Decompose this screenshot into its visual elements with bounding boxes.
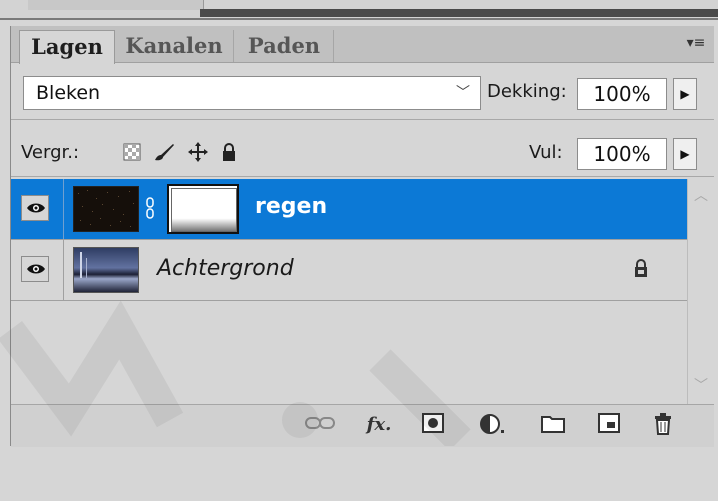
layer-mask-thumbnail[interactable] <box>167 184 239 234</box>
add-mask-icon[interactable] <box>419 413 447 437</box>
layer-name-regen[interactable]: regen <box>255 194 327 219</box>
lock-position-icon[interactable] <box>187 141 209 167</box>
layers-panel: Lagen Kanalen Paden ▾≡ Bleken ﹀ Dekking:… <box>10 26 714 447</box>
visibility-eye-icon[interactable] <box>21 256 49 282</box>
opacity-field[interactable]: 100% <box>577 78 667 110</box>
panel-menu-icon[interactable]: ▾≡ <box>686 35 706 51</box>
adjustment-layer-icon[interactable] <box>477 413 509 437</box>
opacity-slider-button[interactable]: ▶ <box>673 78 697 110</box>
layers-scrollbar[interactable]: ︿ ﹀ <box>687 179 714 404</box>
top-strip <box>0 0 718 20</box>
top-tab-area <box>28 0 204 10</box>
layer-row-regen[interactable]: regen <box>11 179 687 240</box>
chevron-down-icon: ﹀ <box>456 85 470 101</box>
lock-label: Vergr.: <box>21 142 80 163</box>
layers-bottom-toolbar: fx. <box>11 404 714 447</box>
fill-label: Vul: <box>529 142 563 163</box>
top-dark-bar <box>200 9 718 17</box>
fx-icon[interactable]: fx. <box>361 413 397 437</box>
panel-tabs: Lagen Kanalen Paden ▾≡ <box>11 26 714 64</box>
scroll-down-icon[interactable]: ﹀ <box>694 375 708 395</box>
tab-lagen[interactable]: Lagen <box>19 30 115 64</box>
blend-mode-select[interactable]: Bleken ﹀ <box>23 76 481 110</box>
blend-mode-value: Bleken <box>36 82 101 104</box>
layer-lock-icon <box>633 258 649 282</box>
layer-thumbnail[interactable] <box>73 186 139 232</box>
layer-name-achtergrond[interactable]: Achtergrond <box>157 256 294 281</box>
scroll-up-icon[interactable]: ︿ <box>694 185 708 205</box>
group-folder-icon[interactable] <box>539 413 567 437</box>
mask-link-icon[interactable] <box>145 197 155 219</box>
delete-icon[interactable] <box>649 413 677 437</box>
lock-icons <box>123 142 237 166</box>
eye-divider <box>63 240 64 300</box>
lock-transparent-pixels-icon[interactable] <box>123 143 141 165</box>
new-layer-icon[interactable] <box>595 413 623 437</box>
visibility-eye-icon[interactable] <box>21 195 49 221</box>
link-layers-icon[interactable] <box>303 413 337 437</box>
tab-paden[interactable]: Paden <box>235 30 334 62</box>
tab-kanalen[interactable]: Kanalen <box>115 30 234 62</box>
lock-image-pixels-icon[interactable] <box>153 142 175 166</box>
eye-divider <box>63 179 64 239</box>
lock-all-icon[interactable] <box>221 142 237 166</box>
layer-thumbnail[interactable] <box>73 247 139 293</box>
opacity-label: Dekking: <box>487 81 567 102</box>
fill-field[interactable]: 100% <box>577 138 667 170</box>
divider <box>11 176 714 177</box>
layer-row-achtergrond[interactable]: Achtergrond <box>11 240 687 301</box>
divider <box>11 119 714 120</box>
layer-list: regen Achtergrond <box>11 179 687 404</box>
fill-slider-button[interactable]: ▶ <box>673 138 697 170</box>
